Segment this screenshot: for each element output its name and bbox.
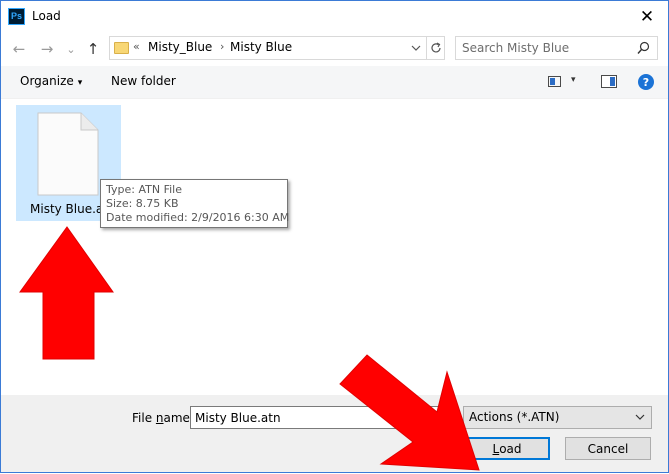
caret-down-icon: ▾ (77, 78, 83, 88)
chevron-down-icon (635, 414, 645, 420)
view-options-caret-icon[interactable]: ▾ (571, 75, 576, 85)
tooltip-date-modified: Date modified: 2/9/2016 6:30 AM (106, 211, 290, 224)
breadcrumb-separator[interactable]: › (220, 40, 224, 53)
photoshop-app-icon: Ps (8, 8, 25, 25)
up-button[interactable]: ↑ (83, 38, 103, 60)
navigation-bar: ← → ⌄ ↑ « Misty_Blue › Misty Blue (1, 32, 668, 66)
load-dialog: Ps Load ✕ ← → ⌄ ↑ « Misty_Blue › Misty B… (0, 0, 669, 473)
forward-button[interactable]: → (37, 38, 57, 60)
organize-label: Organize (20, 74, 74, 88)
file-name-input[interactable] (190, 406, 457, 429)
refresh-icon (431, 42, 441, 53)
file-info-tooltip: Type: ATN File Size: 8.75 KB Date modifi… (100, 179, 290, 228)
back-button[interactable]: ← (9, 38, 29, 60)
file-type-select[interactable]: Actions (*.ATN) (463, 406, 652, 429)
new-folder-button[interactable]: New folder (111, 74, 176, 88)
title-bar: Ps Load ✕ (1, 1, 668, 32)
file-document-icon (37, 112, 99, 196)
file-name-panel: File name: Actions (*.ATN) Load Cancel (1, 395, 668, 472)
preview-pane-icon[interactable] (601, 75, 617, 88)
organize-menu[interactable]: Organize ▾ (20, 74, 82, 88)
file-list[interactable]: Misty Blue.atn Type: ATN File Size: 8.75… (1, 99, 668, 395)
folder-icon (114, 42, 129, 54)
breadcrumb-overflow[interactable]: « (133, 40, 140, 53)
load-button[interactable]: Load (464, 437, 550, 460)
address-dropdown-icon[interactable] (406, 37, 426, 59)
breadcrumb-misty-blue[interactable]: Misty Blue (230, 40, 292, 54)
file-type-selected: Actions (*.ATN) (469, 410, 560, 424)
change-view-icon[interactable] (548, 76, 561, 87)
search-icon[interactable] (637, 41, 650, 55)
search-input[interactable] (462, 40, 632, 56)
tooltip-size: Size: 8.75 KB (106, 197, 179, 210)
file-name-label: File name: (132, 411, 194, 425)
recent-locations-button[interactable]: ⌄ (64, 38, 78, 60)
help-icon[interactable]: ? (638, 74, 654, 90)
command-bar: Organize ▾ New folder ▾ ? (1, 66, 668, 99)
window-title: Load (32, 9, 61, 23)
breadcrumb-misty-blue-parent[interactable]: Misty_Blue (148, 40, 212, 54)
close-button[interactable]: ✕ (632, 5, 662, 29)
refresh-button[interactable] (426, 37, 445, 59)
cancel-button[interactable]: Cancel (565, 437, 651, 460)
search-box[interactable] (455, 36, 658, 60)
address-bar[interactable]: « Misty_Blue › Misty Blue (109, 36, 445, 60)
tooltip-type: Type: ATN File (106, 183, 182, 196)
